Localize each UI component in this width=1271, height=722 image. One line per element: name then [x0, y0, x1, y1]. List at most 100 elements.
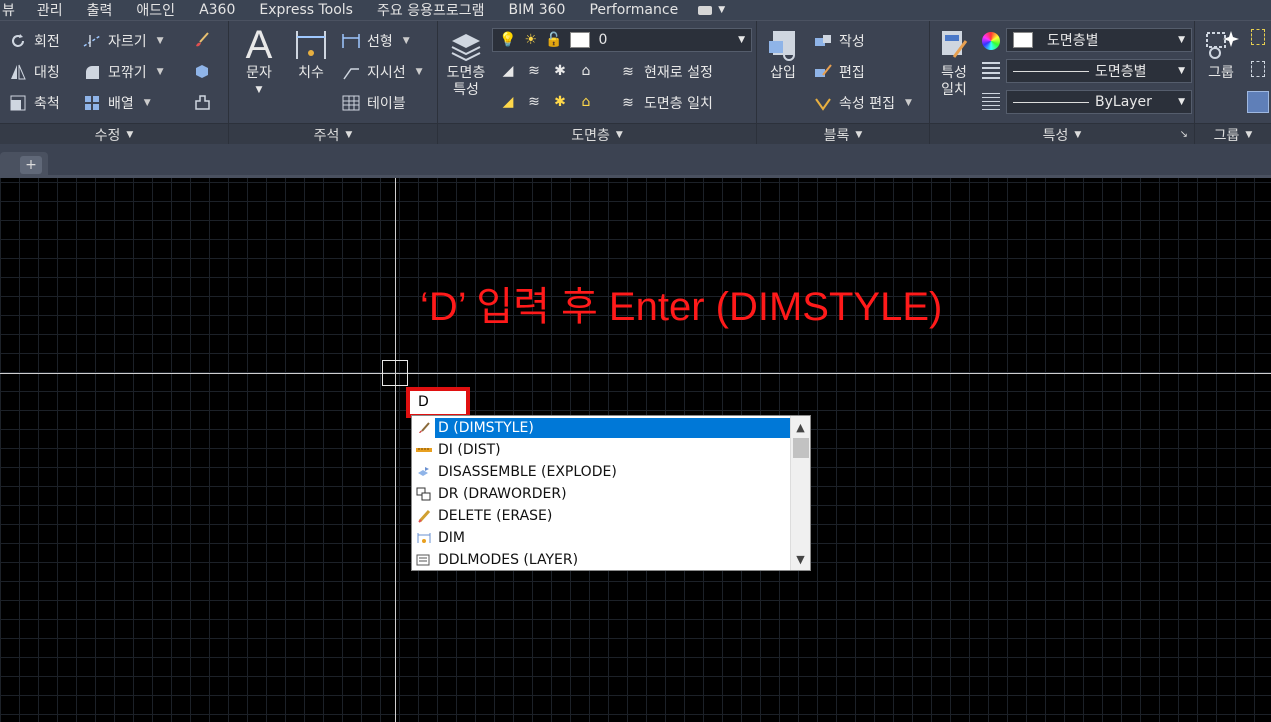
layer-properties-button[interactable]: 도면층 특성: [442, 27, 490, 99]
chevron-down-icon: ▼: [126, 129, 134, 140]
layer-off-icon[interactable]: ◢: [498, 62, 518, 80]
array-button[interactable]: 배열 ▼: [82, 93, 151, 113]
autocomplete-item-dimstyle[interactable]: D (DIMSTYLE): [412, 417, 790, 439]
panel-title-properties[interactable]: 특성 ▼ ↘: [930, 123, 1194, 145]
chevron-down-icon: ▼: [1178, 66, 1185, 76]
panel-modify: 회전 자르기 ▼ 대칭 모깎기 ▼ 축척 배열 ▼ 수정 ▼: [0, 21, 229, 145]
leader-icon: [341, 63, 361, 81]
create-block-button[interactable]: 작성: [813, 31, 865, 51]
layer-dropdown[interactable]: 💡 ☀ 🔓 0 ▼: [492, 28, 752, 52]
match-layer-button[interactable]: ≋ 도면층 일치: [618, 93, 713, 113]
ribbon: 회전 자르기 ▼ 대칭 모깎기 ▼ 축척 배열 ▼ 수정 ▼ A 문자 ▼ 치수…: [0, 20, 1271, 145]
edit-block-button[interactable]: 편집: [813, 62, 865, 82]
tab-addins[interactable]: 애드인: [124, 0, 187, 20]
layer-lock-icon[interactable]: ⌂: [576, 62, 596, 80]
layer-color-swatch: [570, 32, 591, 48]
autocomplete-item-dim[interactable]: DIM: [412, 527, 468, 549]
group-button[interactable]: 그룹: [1199, 27, 1243, 82]
dimension-icon: [293, 27, 329, 63]
group-select-icon[interactable]: [1251, 61, 1265, 77]
table-button[interactable]: 테이블: [341, 93, 406, 113]
group-toggle-icon[interactable]: [1247, 91, 1269, 113]
edit-attributes-button[interactable]: 속성 편집 ▼: [813, 93, 912, 113]
linetype-preview: [1013, 70, 1089, 72]
group-edit-icon[interactable]: [1251, 29, 1265, 45]
ribbon-options-dropdown[interactable]: ▼: [690, 5, 733, 15]
dialog-launcher-icon[interactable]: ↘: [1180, 129, 1188, 140]
tab-featured-apps[interactable]: 주요 응용프로그램: [365, 0, 497, 20]
insert-button[interactable]: 삽입: [761, 27, 805, 82]
trim-button[interactable]: 자르기 ▼: [82, 31, 164, 51]
crosshair-horizontal: [0, 373, 1271, 374]
dimension-button[interactable]: 치수: [291, 27, 331, 82]
panel-title-annotation[interactable]: 주석 ▼: [229, 123, 437, 145]
autocomplete-item-draworder[interactable]: DR (DRAWORDER): [412, 483, 570, 505]
ruler-icon: [415, 442, 433, 458]
tab-performance[interactable]: Performance: [577, 2, 690, 18]
color-wheel-icon[interactable]: [982, 32, 1000, 50]
text-a-icon: A: [245, 22, 273, 67]
dimstyle-icon: [415, 420, 433, 436]
text-button[interactable]: A 문자 ▼: [239, 22, 279, 99]
chevron-up-icon[interactable]: ▲: [791, 418, 810, 436]
set-current-button[interactable]: ≋ 현재로 설정: [618, 62, 713, 82]
lineweight-dropdown[interactable]: ByLayer ▼: [1006, 90, 1192, 114]
autocomplete-item-explode[interactable]: DISASSEMBLE (EXPLODE): [412, 461, 620, 483]
tab-output[interactable]: 출력: [75, 0, 125, 20]
chevron-down-icon[interactable]: ▼: [144, 98, 151, 108]
lineweight-preview: [1013, 101, 1089, 103]
autocomplete-item-layer[interactable]: DDLMODES (LAYER): [412, 549, 581, 571]
linetype-icon[interactable]: [982, 62, 1000, 80]
panel-block: 삽입 작성 편집 속성 편집 ▼ 블록 ▼: [757, 21, 930, 145]
match-properties-button[interactable]: 특성 일치: [932, 27, 976, 99]
chevron-down-icon: ▼: [345, 129, 353, 140]
layer-isolate-icon[interactable]: ≋: [524, 62, 544, 80]
lineweight-icon[interactable]: [982, 93, 1000, 111]
layer-unisolate-icon[interactable]: ≋: [524, 93, 544, 111]
lock-icon: 🔓: [545, 32, 563, 48]
chevron-down-icon[interactable]: ▼: [791, 550, 810, 568]
leader-button[interactable]: 지시선 ▼: [341, 62, 423, 82]
autocomplete-item-dist[interactable]: DI (DIST): [412, 439, 504, 461]
dynamic-command-input[interactable]: D: [406, 387, 470, 418]
autocomplete-scrollbar[interactable]: ▲ ▼: [790, 416, 810, 570]
chevron-down-icon[interactable]: ▼: [905, 98, 912, 108]
fillet-button[interactable]: 모깎기 ▼: [82, 62, 164, 82]
layer-on-icon[interactable]: ◢: [498, 93, 518, 111]
scrollbar-thumb[interactable]: [793, 438, 809, 458]
layer-unlock-icon[interactable]: ⌂: [576, 93, 596, 111]
panel-title-layers[interactable]: 도면층 ▼: [438, 123, 756, 145]
scale-button[interactable]: 축척: [8, 93, 60, 113]
linear-dim-button[interactable]: 선형 ▼: [341, 31, 410, 51]
layer-thaw-icon[interactable]: ✱: [550, 93, 570, 111]
rotate-icon: [8, 32, 28, 50]
chevron-down-icon[interactable]: ▼: [403, 36, 410, 46]
panel-annotation: A 문자 ▼ 치수 선형 ▼ 지시선 ▼ 테이블 주석 ▼: [229, 21, 438, 145]
chevron-down-icon: ▼: [255, 85, 263, 95]
command-autocomplete-list: D (DIMSTYLE) DI (DIST) DISASSEMBLE (EXPL…: [411, 415, 811, 571]
tab-a360[interactable]: A360: [187, 2, 247, 18]
tab-express-tools[interactable]: Express Tools: [247, 2, 365, 18]
rotate-button[interactable]: 회전: [8, 31, 60, 51]
chevron-down-icon: ▼: [1074, 129, 1082, 140]
panel-title-groups[interactable]: 그룹 ▼: [1195, 123, 1271, 145]
panel-title-modify[interactable]: 수정 ▼: [0, 123, 228, 145]
tab-view[interactable]: 뷰: [0, 0, 25, 20]
chevron-down-icon[interactable]: ▼: [416, 67, 423, 77]
panel-title-block[interactable]: 블록 ▼: [757, 123, 929, 145]
mirror-button[interactable]: 대칭: [8, 62, 60, 82]
blocks-button[interactable]: [192, 62, 212, 80]
stretch-button[interactable]: [192, 93, 212, 111]
scale-icon: [8, 94, 28, 112]
cursor-pickbox: [382, 360, 408, 386]
brush-button[interactable]: [192, 31, 212, 49]
chevron-down-icon[interactable]: ▼: [157, 36, 164, 46]
layer-freeze-icon[interactable]: ✱: [550, 62, 570, 80]
autocomplete-item-erase[interactable]: DELETE (ERASE): [412, 505, 555, 527]
tab-manage[interactable]: 관리: [25, 0, 75, 20]
color-dropdown[interactable]: 도면층별 ▼: [1006, 28, 1192, 52]
new-tab-plus-icon[interactable]: +: [20, 156, 42, 174]
linetype-dropdown[interactable]: 도면층별 ▼: [1006, 59, 1192, 83]
tab-bim360[interactable]: BIM 360: [496, 2, 577, 18]
chevron-down-icon[interactable]: ▼: [157, 67, 164, 77]
